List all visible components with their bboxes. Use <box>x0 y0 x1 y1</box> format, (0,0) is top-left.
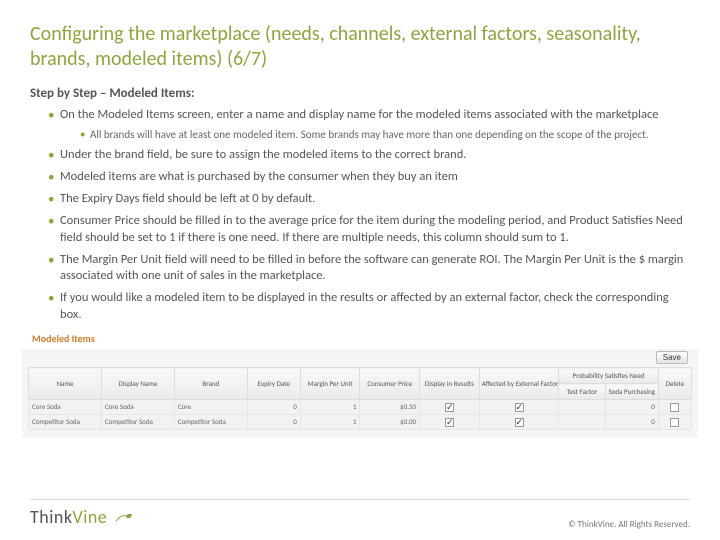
cell <box>559 414 605 429</box>
cell <box>559 400 605 415</box>
logo-vine: Vine <box>73 506 108 528</box>
cell: 0 <box>247 414 300 429</box>
cell: Core <box>174 400 247 415</box>
logo: ThinkVine <box>30 506 134 530</box>
cell: Core Soda <box>101 400 174 415</box>
leaf-icon <box>114 508 134 530</box>
cell: 0 <box>247 400 300 415</box>
modeled-items-table-wrap: Save NameDisplay NameBrandExpiry DateMar… <box>22 349 698 438</box>
column-subheader: Soda Purchasing <box>605 384 658 400</box>
column-header: Affected by External Factors <box>479 368 559 400</box>
bullet-item: Modeled items are what is purchased by t… <box>48 169 690 186</box>
cell: $0.00 <box>360 414 420 429</box>
checkbox-icon <box>445 418 454 427</box>
modeled-items-table: NameDisplay NameBrandExpiry DateMargin P… <box>28 367 692 430</box>
step-heading: Step by Step – Modeled Items: <box>30 86 690 101</box>
cell: 0 <box>605 414 658 429</box>
bullet-item: The Margin Per Unit field will need to b… <box>48 252 690 286</box>
checkbox-cell[interactable] <box>420 414 480 429</box>
column-header: Consumer Price <box>360 368 420 400</box>
checkbox-cell[interactable] <box>479 414 559 429</box>
table-row: Core SodaCore SodaCore01$0.500 <box>29 400 692 415</box>
footer: ThinkVine © ThinkVine. All Rights Reserv… <box>30 499 690 530</box>
column-header: Margin Per Unit <box>300 368 360 400</box>
bullet-item: On the Modeled Items screen, enter a nam… <box>48 107 690 142</box>
checkbox-icon <box>515 418 524 427</box>
checkbox-icon <box>515 403 524 412</box>
column-subheader: Test Factor <box>559 384 605 400</box>
column-header: Brand <box>174 368 247 400</box>
logo-think: Think <box>30 506 73 528</box>
slide-title: Configuring the marketplace (needs, chan… <box>30 22 690 72</box>
bullet-item: Consumer Price should be filled in to th… <box>48 213 690 247</box>
checkbox-icon <box>670 403 679 412</box>
copyright: © ThinkVine. All Rights Reserved. <box>568 519 690 530</box>
save-button[interactable]: Save <box>656 351 688 364</box>
column-header: Expiry Date <box>247 368 300 400</box>
cell: Competitor Soda <box>174 414 247 429</box>
delete-cell[interactable] <box>658 414 691 429</box>
sub-bullet-item: All brands will have at least one modele… <box>80 128 690 142</box>
panel-label: Modeled Items <box>30 332 690 345</box>
cell: Competitor Soda <box>101 414 174 429</box>
column-header: Probability Satisfies Need <box>559 368 658 384</box>
column-header: Delete <box>658 368 691 400</box>
column-header: Name <box>29 368 102 400</box>
checkbox-cell[interactable] <box>420 400 480 415</box>
cell: Competitor Soda <box>29 414 102 429</box>
checkbox-icon <box>670 418 679 427</box>
delete-cell[interactable] <box>658 400 691 415</box>
bullet-item: If you would like a modeled item to be d… <box>48 290 690 324</box>
checkbox-icon <box>445 403 454 412</box>
table-row: Competitor SodaCompetitor SodaCompetitor… <box>29 414 692 429</box>
bullet-list: On the Modeled Items screen, enter a nam… <box>30 107 690 324</box>
column-header: Display in Results <box>420 368 480 400</box>
bullet-item: Under the brand field, be sure to assign… <box>48 147 690 164</box>
column-header: Display Name <box>101 368 174 400</box>
cell: Core Soda <box>29 400 102 415</box>
cell: 0 <box>605 400 658 415</box>
cell: $0.50 <box>360 400 420 415</box>
cell: 1 <box>300 414 360 429</box>
checkbox-cell[interactable] <box>479 400 559 415</box>
bullet-item: The Expiry Days field should be left at … <box>48 191 690 208</box>
cell: 1 <box>300 400 360 415</box>
